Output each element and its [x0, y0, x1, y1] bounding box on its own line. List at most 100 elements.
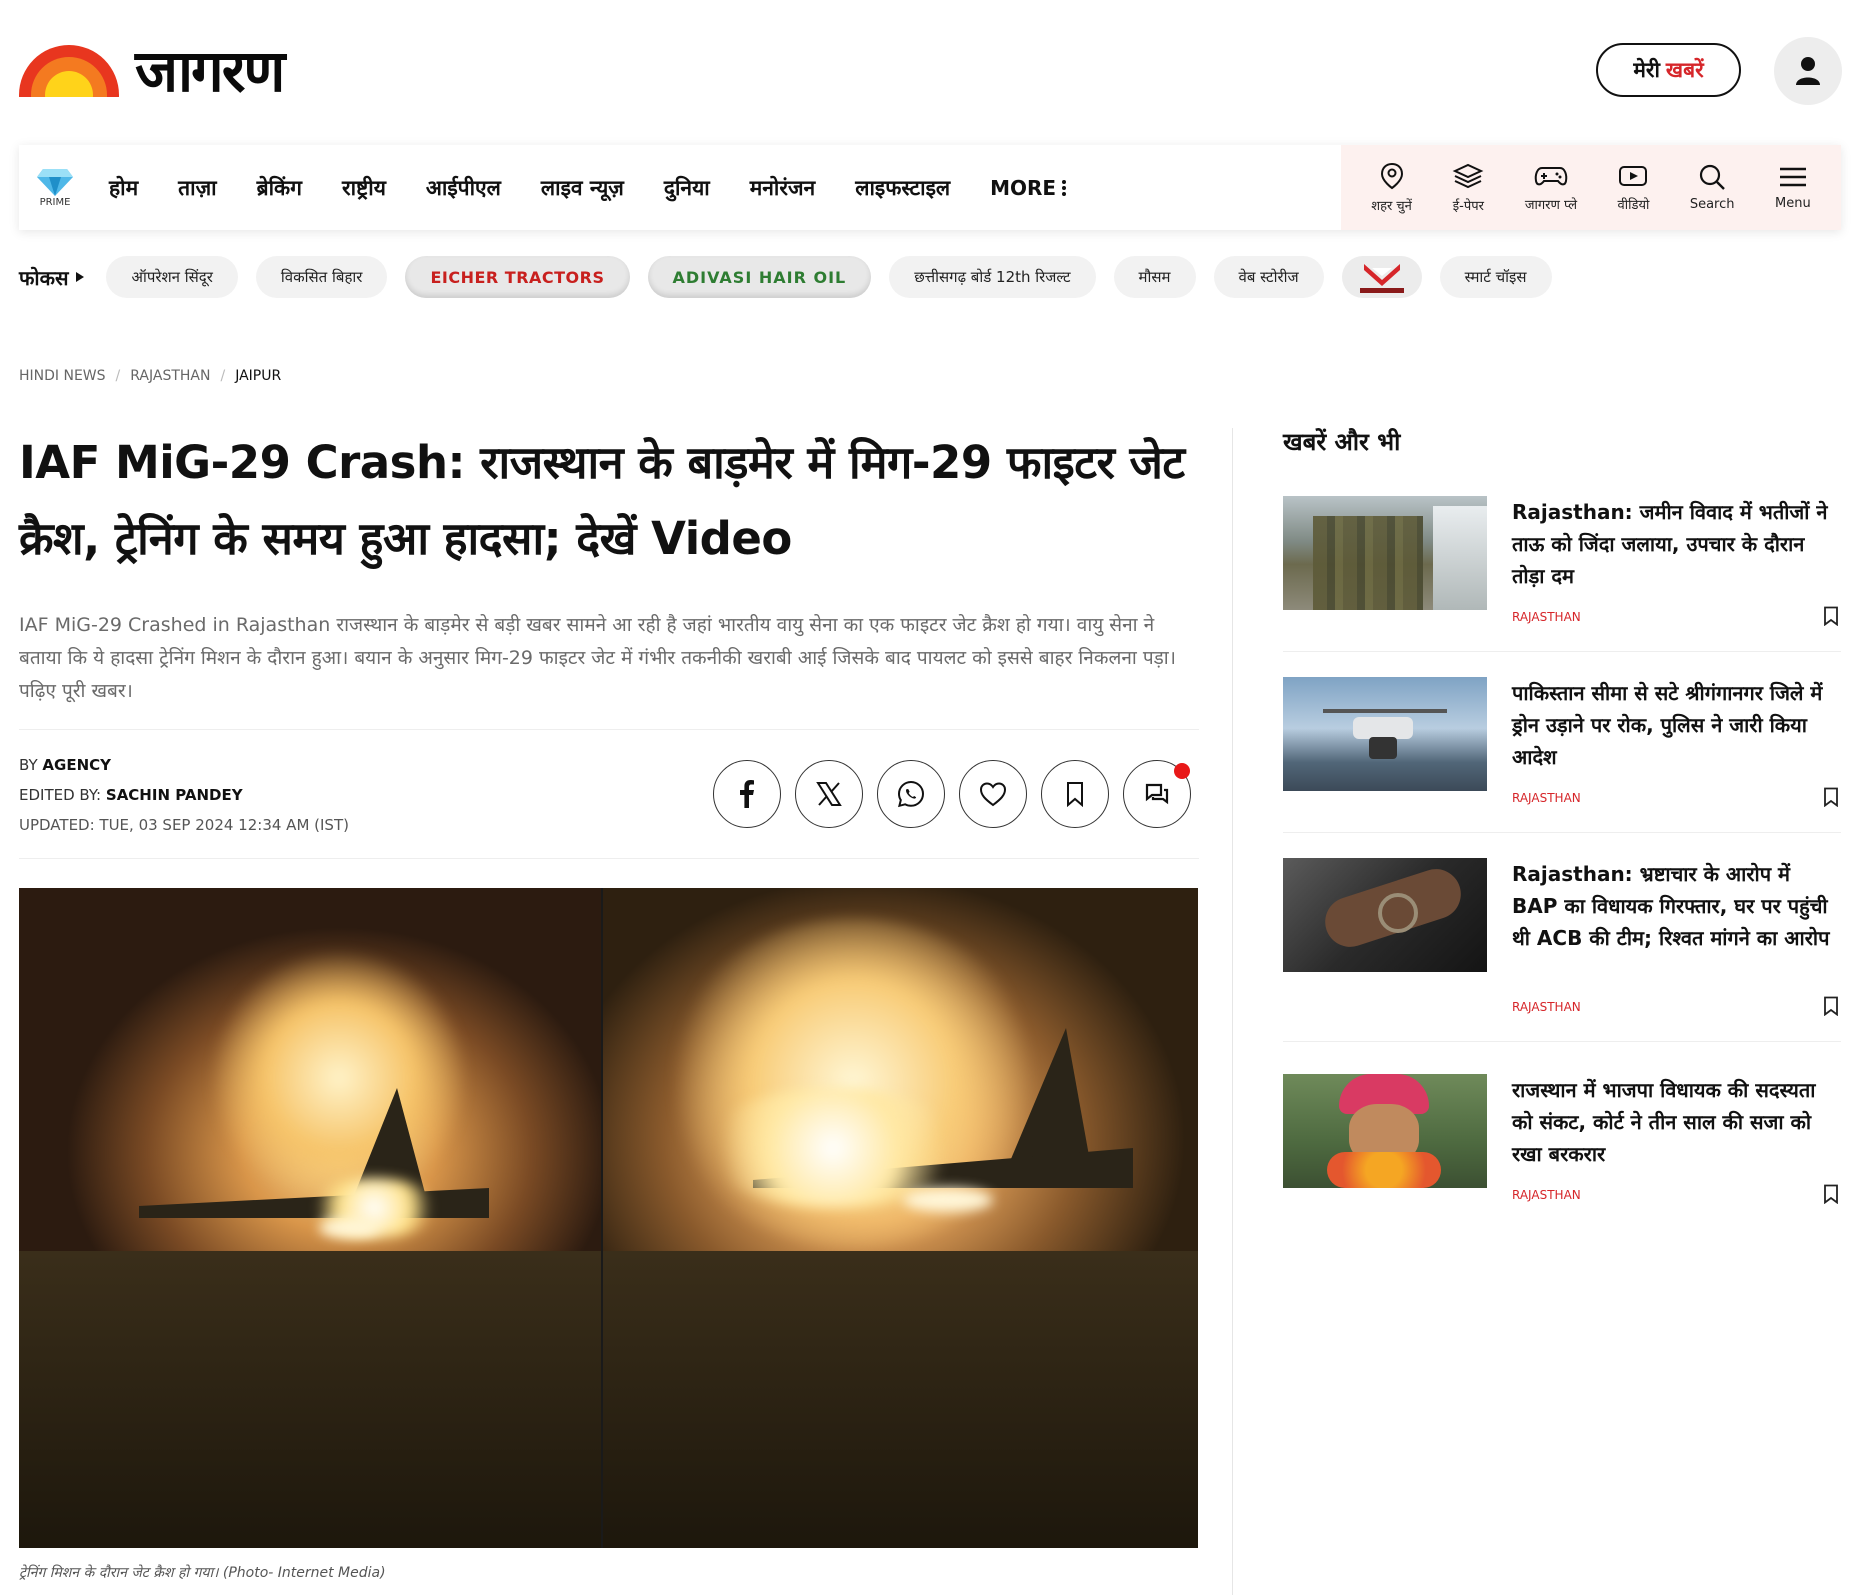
card-title[interactable]: पाकिस्तान सीमा से सटे श्रीगंगानगर जिले म… — [1512, 677, 1841, 773]
user-icon — [1796, 57, 1820, 85]
card-divider — [1283, 832, 1841, 833]
meri-khabren-button[interactable]: मेरी खबरें — [1596, 43, 1741, 97]
nav-tools: शहर चुनें ई-पेपर जागरण प्ले वीडियो Searc… — [1341, 145, 1841, 230]
nav-item-live-news[interactable]: लाइव न्यूज़ — [521, 174, 644, 202]
city-select-label: शहर चुनें — [1371, 198, 1412, 214]
breadcrumb-rajasthan[interactable]: RAJASTHAN — [130, 368, 210, 384]
card-tag[interactable]: RAJASTHAN — [1512, 1000, 1581, 1014]
focus-chip-viksit-bihar[interactable]: विकसित बिहार — [255, 256, 388, 298]
article-summary: IAF MiG-29 Crashed in Rajasthan राजस्थान… — [19, 614, 1176, 702]
card-tag[interactable]: RAJASTHAN — [1512, 791, 1581, 805]
card-thumbnail-handcuffs[interactable] — [1283, 858, 1487, 972]
more-label: MORE — [990, 175, 1057, 200]
sidebar-card[interactable]: राजस्थान में भाजपा विधायक की सदस्यता को … — [1283, 1074, 1841, 1234]
whatsapp-icon — [897, 780, 925, 808]
card-title[interactable]: राजस्थान में भाजपा विधायक की सदस्यता को … — [1512, 1074, 1841, 1170]
nav-item-latest[interactable]: ताज़ा — [158, 174, 236, 202]
breadcrumb-separator: / — [220, 368, 226, 384]
focus-label: फोकस — [19, 264, 85, 291]
breadcrumb-separator: / — [115, 368, 121, 384]
jagran-play-label: जागरण प्ले — [1524, 197, 1578, 213]
card-thumbnail-drone[interactable] — [1283, 677, 1487, 791]
breadcrumb-jaipur[interactable]: JAIPUR — [235, 368, 281, 384]
focus-chip-massey-ferguson[interactable] — [1341, 256, 1422, 298]
card-tag[interactable]: RAJASTHAN — [1512, 610, 1581, 624]
nav-item-home[interactable]: होम — [89, 174, 158, 202]
video-icon — [1619, 165, 1648, 186]
card-tag[interactable]: RAJASTHAN — [1512, 1188, 1581, 1202]
prime-link[interactable]: PRIME — [21, 167, 89, 208]
facebook-share-button[interactable] — [713, 760, 781, 828]
sidebar-heading: खबरें और भी — [1283, 428, 1401, 456]
crash-photo-left — [19, 888, 601, 1548]
breadcrumb: HINDI NEWS / RAJASTHAN / JAIPUR — [19, 368, 281, 384]
updated-timestamp: UPDATED: TUE, 03 SEP 2024 12:34 AM (IST) — [19, 816, 349, 834]
sidebar-card[interactable]: Rajasthan: जमीन विवाद में भतीजों ने ताऊ … — [1283, 496, 1841, 656]
video-label: वीडियो — [1617, 197, 1650, 213]
diamond-icon — [37, 169, 73, 196]
massey-ferguson-logo — [1359, 264, 1404, 293]
nav-item-world[interactable]: दुनिया — [644, 174, 730, 202]
x-share-button[interactable] — [795, 760, 863, 828]
meri-label: मेरी — [1633, 58, 1660, 82]
article-meta-row: BY AGENCY EDITED BY: SACHIN PANDEY UPDAT… — [19, 729, 1199, 859]
prime-label: PRIME — [39, 197, 71, 208]
card-thumbnail-police[interactable] — [1283, 496, 1487, 610]
nav-items: होम ताज़ा ब्रेकिंग राष्ट्रीय आईपीएल लाइव… — [89, 145, 1086, 230]
sidebar-card[interactable]: Rajasthan: भ्रष्टाचार के आरोप में BAP का… — [1283, 858, 1841, 1068]
focus-chip-web-stories[interactable]: वेब स्टोरीज — [1213, 256, 1324, 298]
crash-photo-right — [601, 888, 1198, 1548]
focus-chip-cg-board-result[interactable]: छत्तीसगढ़ बोर्ड 12th रिजल्ट — [889, 256, 1096, 298]
whatsapp-share-button[interactable] — [877, 760, 945, 828]
bookmark-button[interactable] — [1041, 760, 1109, 828]
search-button[interactable]: Search — [1690, 163, 1735, 212]
menu-button[interactable]: Menu — [1775, 164, 1811, 211]
nav-item-ipl[interactable]: आईपीएल — [406, 174, 521, 202]
bookmark-icon[interactable] — [1823, 787, 1839, 807]
nav-item-entertainment[interactable]: मनोरंजन — [730, 174, 835, 202]
jagran-logo[interactable]: जागरण — [19, 37, 285, 105]
card-divider — [1283, 651, 1841, 652]
focus-chip-eicher-tractors[interactable]: EICHER TRACTORS — [405, 256, 630, 298]
focus-chip-adivasi-hair-oil[interactable]: ADIVASI HAIR OIL — [647, 256, 872, 298]
like-button[interactable] — [959, 760, 1027, 828]
hamburger-icon — [1779, 167, 1806, 187]
sidebar-card[interactable]: पाकिस्तान सीमा से सटे श्रीगंगानगर जिले म… — [1283, 677, 1841, 837]
editor-name[interactable]: SACHIN PANDEY — [106, 786, 243, 804]
card-title[interactable]: Rajasthan: भ्रष्टाचार के आरोप में BAP का… — [1512, 858, 1841, 954]
image-caption: ट्रेनिंग मिशन के दौरान जेट क्रैश हो गया।… — [19, 1565, 386, 1581]
card-title[interactable]: Rajasthan: जमीन विवाद में भतीजों ने ताऊ … — [1512, 496, 1841, 592]
bookmark-icon[interactable] — [1823, 996, 1839, 1016]
edited-by: EDITED BY: SACHIN PANDEY — [19, 780, 349, 810]
epaper-button[interactable]: ई-पेपर — [1452, 162, 1484, 214]
video-button[interactable]: वीडियो — [1617, 163, 1650, 213]
author-name[interactable]: AGENCY — [42, 756, 111, 774]
comments-button[interactable] — [1123, 760, 1191, 828]
byline: BY AGENCY — [19, 750, 349, 780]
bookmark-icon[interactable] — [1823, 1184, 1839, 1204]
logo-text: जागरण — [135, 37, 285, 105]
breadcrumb-hindi-news[interactable]: HINDI NEWS — [19, 368, 106, 384]
focus-chip-smart-choice[interactable]: स्मार्ट चॉइस — [1439, 256, 1552, 298]
focus-chip-weather[interactable]: मौसम — [1113, 256, 1196, 298]
article-hero-image[interactable] — [19, 888, 1198, 1548]
nav-item-breaking[interactable]: ब्रेकिंग — [237, 174, 322, 202]
bookmark-icon[interactable] — [1823, 606, 1839, 626]
edited-prefix: EDITED BY: — [19, 786, 102, 804]
comments-icon — [1145, 783, 1169, 805]
nav-item-national[interactable]: राष्ट्रीय — [322, 174, 406, 202]
nav-item-lifestyle[interactable]: लाइफस्टाइल — [835, 174, 970, 202]
card-thumbnail-mla[interactable] — [1283, 1074, 1487, 1188]
focus-chip-operation-sindoor[interactable]: ऑपरेशन सिंदूर — [106, 256, 238, 298]
article-title: IAF MiG-29 Crash: राजस्थान के बाड़मेर मे… — [19, 436, 1185, 565]
nav-more-button[interactable]: MORE — [970, 176, 1086, 200]
heart-icon — [979, 782, 1007, 807]
by-prefix: BY — [19, 756, 38, 774]
jagran-play-button[interactable]: जागरण प्ले — [1525, 163, 1577, 213]
user-account-button[interactable] — [1774, 37, 1842, 105]
sun-logo-icon — [19, 45, 119, 97]
main-nav: PRIME होम ताज़ा ब्रेकिंग राष्ट्रीय आईपीए… — [19, 145, 1841, 230]
x-twitter-icon — [816, 782, 842, 806]
city-select-button[interactable]: शहर चुनें — [1371, 162, 1412, 214]
kebab-icon — [1062, 179, 1067, 196]
